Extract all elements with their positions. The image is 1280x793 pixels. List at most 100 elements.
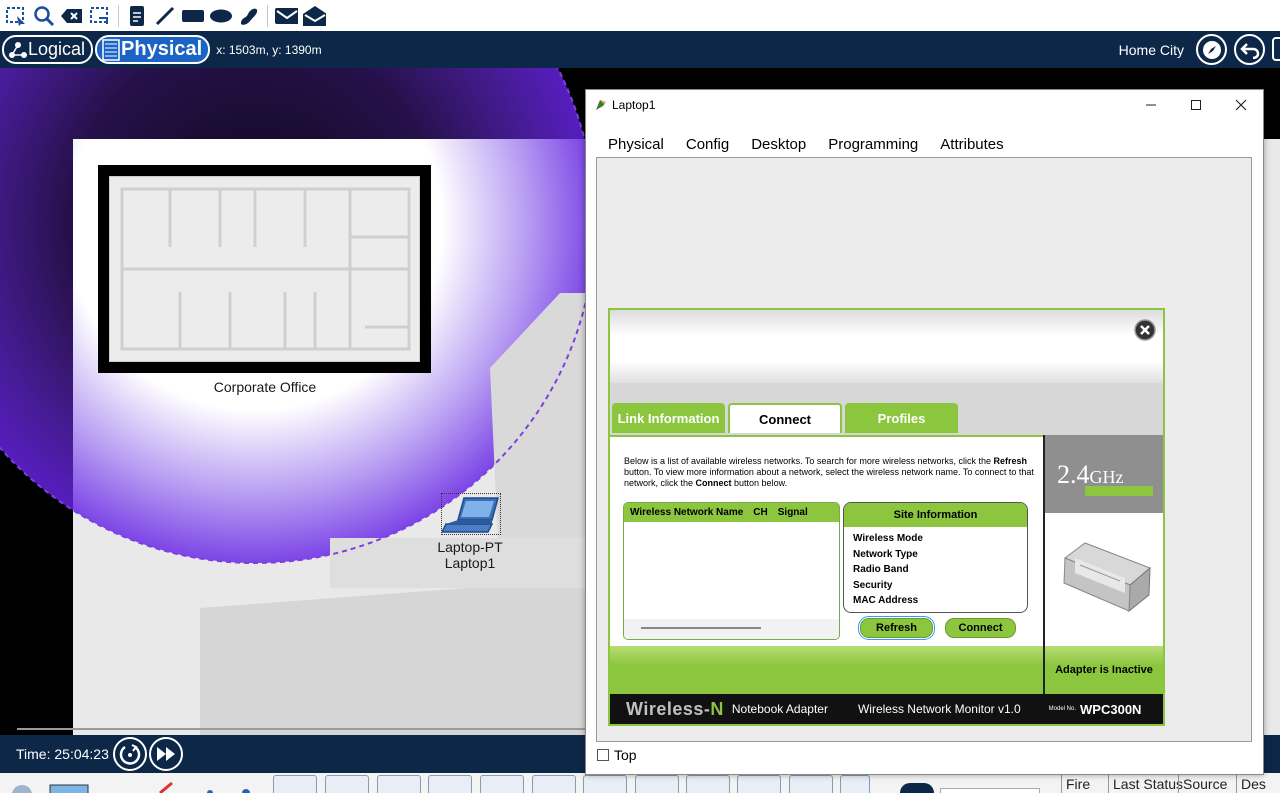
network-list-header: Wireless Network Name CH Signal: [624, 503, 839, 522]
device-tile[interactable]: [583, 775, 627, 793]
ellipse-icon[interactable]: [209, 4, 233, 28]
device-category-icons: [12, 781, 250, 793]
network-list-scrollbar[interactable]: [641, 627, 761, 629]
cursor-coordinates: x: 1503m, y: 1390m: [216, 42, 322, 57]
desktop-panel: Link Information Connect Profiles Below …: [596, 157, 1252, 742]
pcmcia-card-icon: [1063, 542, 1151, 613]
rectangle-icon[interactable]: [181, 4, 205, 28]
zoom-icon[interactable]: [32, 4, 56, 28]
device-tile[interactable]: [737, 775, 781, 793]
laptop-device[interactable]: [440, 493, 501, 535]
device-tile[interactable]: [325, 775, 369, 793]
corporate-office-floorplan: [109, 176, 420, 362]
laptop-type-label: Laptop-PT: [437, 539, 503, 555]
band-badge: 2.4GHz: [1045, 435, 1163, 513]
site-field-security: Security: [853, 579, 893, 591]
adapter-status: Adapter is Inactive: [1043, 646, 1163, 694]
top-checkbox[interactable]: [597, 749, 609, 761]
corporate-office-label: Corporate Office: [213, 379, 317, 395]
toolbar-separator: [118, 4, 119, 27]
column-channel: CH: [753, 507, 768, 518]
tab-link-information[interactable]: Link Information: [612, 403, 725, 433]
device-tile[interactable]: [480, 775, 524, 793]
refresh-button[interactable]: Refresh: [858, 616, 935, 640]
pdu-column-source[interactable]: Source: [1178, 775, 1231, 793]
product-type: Notebook Adapter: [731, 702, 828, 716]
reset-time-button[interactable]: [112, 737, 147, 771]
site-information-box: Site Information Wireless Mode Network T…: [843, 502, 1028, 613]
top-checkbox-label: Top: [614, 747, 637, 763]
brand-logo: Wireless-N: [626, 698, 724, 719]
navigation-button[interactable]: [1196, 34, 1227, 65]
device-tile[interactable]: [377, 775, 421, 793]
note-icon[interactable]: [125, 4, 149, 28]
site-field-wireless-mode: Wireless Mode: [853, 533, 923, 544]
floorplan-icon: [120, 187, 411, 351]
back-button[interactable]: [1234, 34, 1265, 65]
scenario-select[interactable]: [940, 788, 1040, 793]
select-icon[interactable]: [4, 4, 28, 28]
resize-icon[interactable]: [88, 4, 112, 28]
delete-icon[interactable]: [60, 4, 84, 28]
device-bar: Fire Last Status Source Des: [0, 773, 1280, 793]
app-header: [610, 310, 1163, 383]
logical-mode-label: Logical: [28, 39, 86, 59]
top-checkbox-row[interactable]: Top: [597, 747, 637, 763]
site-field-network-type: Network Type: [853, 548, 918, 560]
column-signal: Signal: [777, 507, 808, 518]
line-icon[interactable]: [153, 4, 177, 28]
pdu-column-last-status[interactable]: Last Status: [1108, 775, 1187, 793]
laptop-label: Laptop-PT Laptop1: [420, 539, 520, 571]
network-list-scrollbar-track[interactable]: [624, 619, 839, 639]
pdu-column-fire[interactable]: Fire: [1061, 775, 1094, 793]
model-prefix: Model No.: [1048, 706, 1077, 712]
device-tile[interactable]: [840, 775, 870, 793]
device-tile[interactable]: [532, 775, 576, 793]
tab-profiles[interactable]: Profiles: [845, 403, 958, 433]
device-tile[interactable]: [789, 775, 833, 793]
maximize-icon: [1191, 100, 1201, 110]
device-tile[interactable]: [635, 775, 679, 793]
close-circle-icon: [1134, 319, 1156, 341]
model-number: WPC300N: [1080, 701, 1142, 717]
site-field-radio-band: Radio Band: [853, 564, 909, 575]
simple-pdu-icon[interactable]: [274, 4, 298, 28]
device-tile[interactable]: [273, 775, 317, 793]
location-label: Home City: [1118, 42, 1184, 58]
physical-mode-button[interactable]: Physical: [95, 35, 211, 64]
complex-pdu-icon[interactable]: [302, 4, 326, 28]
site-info-title: Site Information: [844, 503, 1027, 527]
adapter-info-side: 2.4GHz: [1043, 435, 1163, 646]
wireless-network-list[interactable]: Wireless Network Name CH Signal: [623, 502, 840, 640]
next-panel-button[interactable]: [1272, 37, 1280, 61]
band-label: 2.4GHz: [1057, 460, 1124, 489]
connect-button[interactable]: Connect: [945, 618, 1016, 638]
app-tab-strip: Link Information Connect Profiles: [610, 383, 1163, 435]
scenario-button[interactable]: [900, 783, 934, 793]
compass-icon: [1202, 40, 1221, 59]
packet-tracer-app-icon: [596, 99, 606, 110]
power-cycle-icon: [119, 744, 141, 765]
pdu-column-destination[interactable]: Des: [1236, 775, 1270, 793]
device-tile[interactable]: [686, 775, 730, 793]
toolbar-separator: [267, 4, 268, 27]
close-icon: [1235, 99, 1247, 111]
pc-wireless-app: Link Information Connect Profiles Below …: [608, 308, 1165, 726]
tab-connect[interactable]: Connect: [728, 403, 842, 433]
device-tile[interactable]: [428, 775, 472, 793]
fast-forward-button[interactable]: [148, 737, 183, 771]
window-title: Laptop1: [612, 97, 656, 112]
close-button[interactable]: [1227, 94, 1255, 116]
freeform-icon[interactable]: [237, 4, 261, 28]
app-close-button[interactable]: [1134, 319, 1156, 341]
logical-mode-button[interactable]: Logical: [2, 35, 94, 64]
minimize-button[interactable]: [1137, 94, 1165, 116]
simulation-time: Time: 25:04:23: [16, 746, 109, 762]
maximize-button[interactable]: [1182, 94, 1210, 116]
back-arrow-icon: [1239, 42, 1259, 59]
laptop-name-label: Laptop1: [444, 555, 496, 571]
app-name: Wireless Network Monitor v1.0: [857, 702, 1021, 716]
physical-mode-label: Physical: [121, 38, 203, 60]
minimize-icon: [1146, 104, 1156, 106]
laptop1-window: Laptop1 Physical Config Desktop Programm…: [585, 89, 1264, 775]
